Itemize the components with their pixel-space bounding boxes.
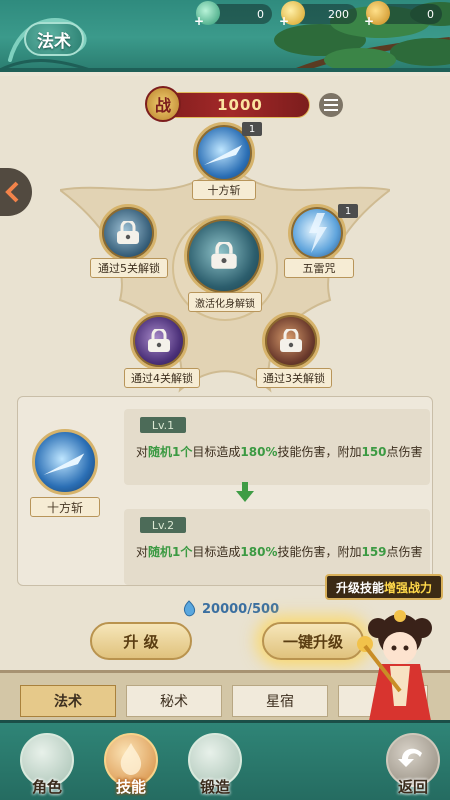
chevron-left-icon [5, 181, 19, 203]
desc-text: 对 [136, 545, 149, 559]
skill-detail-panel: 十方斩 Lv.1 对随机1个目标造成180%技能伤害，附加150点伤害 Lv.2… [17, 396, 433, 586]
bottom-navigation: 角色 技能 锻造 返回 [0, 720, 450, 800]
locked-skill-orb [184, 216, 264, 296]
desc-highlight: 159 [361, 545, 387, 559]
nav-character[interactable]: 角色 [14, 731, 80, 797]
upgrade-hint-tooltip: 升级技能 增强战力 [325, 574, 443, 600]
desc-text: 对 [136, 445, 149, 459]
top-header: 法术 + 0 + 200 + 0 [0, 0, 450, 72]
desc-highlight: 180% [240, 545, 278, 559]
tab-mishu[interactable]: 秘术 [126, 685, 222, 717]
nav-label: 返回 [397, 778, 428, 796]
gold-count: 200 [328, 7, 349, 21]
menu-list-button[interactable] [319, 93, 343, 117]
desc-text: 点伤害 [386, 445, 423, 459]
next-level-tag: Lv.2 [140, 517, 186, 533]
lock-icon [148, 329, 170, 352]
plus-icon[interactable]: + [279, 14, 289, 28]
nav-label: 角色 [31, 778, 62, 796]
tab-fashu[interactable]: 法术 [20, 685, 116, 717]
coin-resource[interactable]: + 0 [364, 1, 442, 28]
list-icon [324, 99, 338, 111]
spirit-crystal-icon [183, 600, 196, 617]
nav-return[interactable]: 返回 [380, 731, 446, 797]
locked-skill-orb [130, 312, 188, 370]
gold-resource[interactable]: + 200 [279, 1, 357, 28]
upgrade-cost-value: 20000/500 [202, 601, 280, 617]
desc-highlight: 随机1个 [148, 445, 193, 459]
plus-icon[interactable]: + [364, 14, 374, 28]
next-level-description: 对随机1个目标造成180%技能伤害，附加159点伤害 [136, 543, 423, 560]
nav-forge[interactable]: 锻造 [182, 731, 248, 797]
unlock-condition-label: 通过4关解锁 [124, 368, 200, 388]
arrow-down-icon [236, 482, 254, 502]
desc-text: 目标造成 [192, 445, 241, 459]
skill-node-locked-bottom-right[interactable]: 通过3关解锁 [254, 312, 334, 388]
skill-node-locked-bottom-left[interactable]: 通过4关解锁 [124, 312, 204, 388]
desc-text: 技能伤害，附加 [277, 445, 362, 459]
lock-icon [280, 329, 302, 352]
combat-power-icon: 战 [145, 86, 181, 122]
skill-node-shifangzhan[interactable]: 1 十方斩 [190, 120, 262, 202]
tab-xingxiu[interactable]: 星宿 [232, 685, 328, 717]
tooltip-text: 升级技能 [335, 580, 384, 595]
guide-character-mascot [357, 610, 432, 726]
desc-text: 点伤害 [386, 545, 423, 559]
nav-skill[interactable]: 技能 [98, 731, 164, 797]
jade-resource[interactable]: + 0 [194, 1, 272, 28]
locked-skill-orb [99, 204, 157, 262]
upgrade-cost: 20000/500 [180, 600, 279, 618]
current-level-tag: Lv.1 [140, 417, 186, 433]
skill-name-label: 五雷咒 [284, 258, 354, 278]
desc-text: 技能伤害，附加 [277, 545, 362, 559]
page-title: 法术 [24, 22, 84, 56]
current-level-description: 对随机1个目标造成180%技能伤害，附加150点伤害 [136, 443, 423, 460]
desc-highlight: 随机1个 [148, 545, 193, 559]
nav-label: 锻造 [199, 778, 230, 796]
lock-icon [211, 242, 237, 269]
combat-power-value: 1000 [217, 96, 263, 114]
skill-level-badge: 1 [338, 204, 358, 218]
coin-count: 0 [427, 7, 434, 21]
lock-icon [117, 221, 139, 244]
unlock-condition-label: 通过3关解锁 [256, 368, 332, 388]
nav-label: 技能 [115, 778, 146, 796]
unlock-condition-label: 通过5关解锁 [90, 258, 168, 278]
selected-skill-icon [32, 429, 98, 495]
locked-skill-orb [262, 312, 320, 370]
desc-highlight: 180% [240, 445, 278, 459]
desc-highlight: 150 [361, 445, 387, 459]
unlock-condition-label: 激活化身解锁 [188, 292, 262, 312]
tooltip-highlight: 增强战力 [384, 580, 433, 595]
combat-power-label: 战 [154, 96, 171, 115]
selected-skill-name: 十方斩 [30, 497, 100, 517]
skill-name-label: 十方斩 [192, 180, 256, 200]
skill-node-locked-left[interactable]: 通过5关解锁 [90, 204, 170, 278]
desc-text: 目标造成 [192, 545, 241, 559]
skill-node-wuleizhou[interactable]: 1 五雷咒 [282, 202, 358, 282]
upgrade-button[interactable]: 升 级 [90, 622, 192, 660]
plus-icon[interactable]: + [194, 14, 204, 28]
skill-level-badge: 1 [242, 122, 262, 136]
current-level-box: Lv.1 对随机1个目标造成180%技能伤害，附加150点伤害 [124, 409, 430, 485]
skill-node-locked-center[interactable]: 激活化身解锁 [180, 216, 270, 312]
jade-count: 0 [257, 7, 264, 21]
